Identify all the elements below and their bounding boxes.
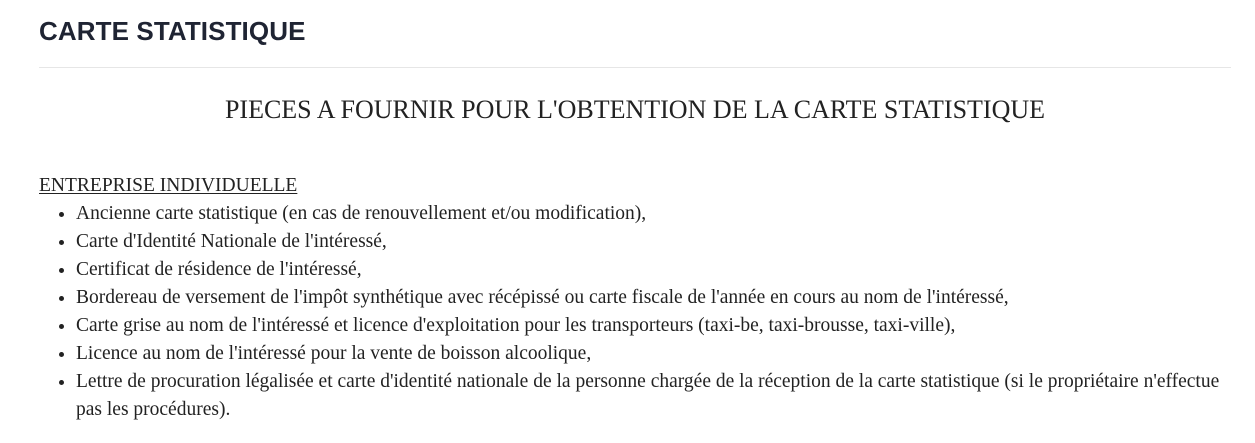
list-item: Certificat de résidence de l'intéressé, <box>76 256 1231 284</box>
section-entreprise-individuelle: ENTREPRISE INDIVIDUELLE Ancienne carte s… <box>39 172 1231 424</box>
section-heading: ENTREPRISE INDIVIDUELLE <box>39 175 298 196</box>
list-item: Lettre de procuration légalisée et carte… <box>76 368 1231 424</box>
list-item: Bordereau de versement de l'impôt synthé… <box>76 284 1231 312</box>
list-item: Carte grise au nom de l'intéressé et lic… <box>76 312 1231 340</box>
list-item: Licence au nom de l'intéressé pour la ve… <box>76 340 1231 368</box>
document-subtitle: PIECES A FOURNIR POUR L'OBTENTION DE LA … <box>224 95 1046 124</box>
title-divider <box>39 67 1231 68</box>
list-item: Ancienne carte statistique (en cas de re… <box>76 200 1231 228</box>
page-title: CARTE STATISTIQUE <box>39 16 306 46</box>
required-documents-list: Ancienne carte statistique (en cas de re… <box>39 200 1231 424</box>
page-content: CARTE STATISTIQUE PIECES A FOURNIR POUR … <box>39 0 1231 420</box>
list-item: Carte d'Identité Nationale de l'intéress… <box>76 228 1231 256</box>
